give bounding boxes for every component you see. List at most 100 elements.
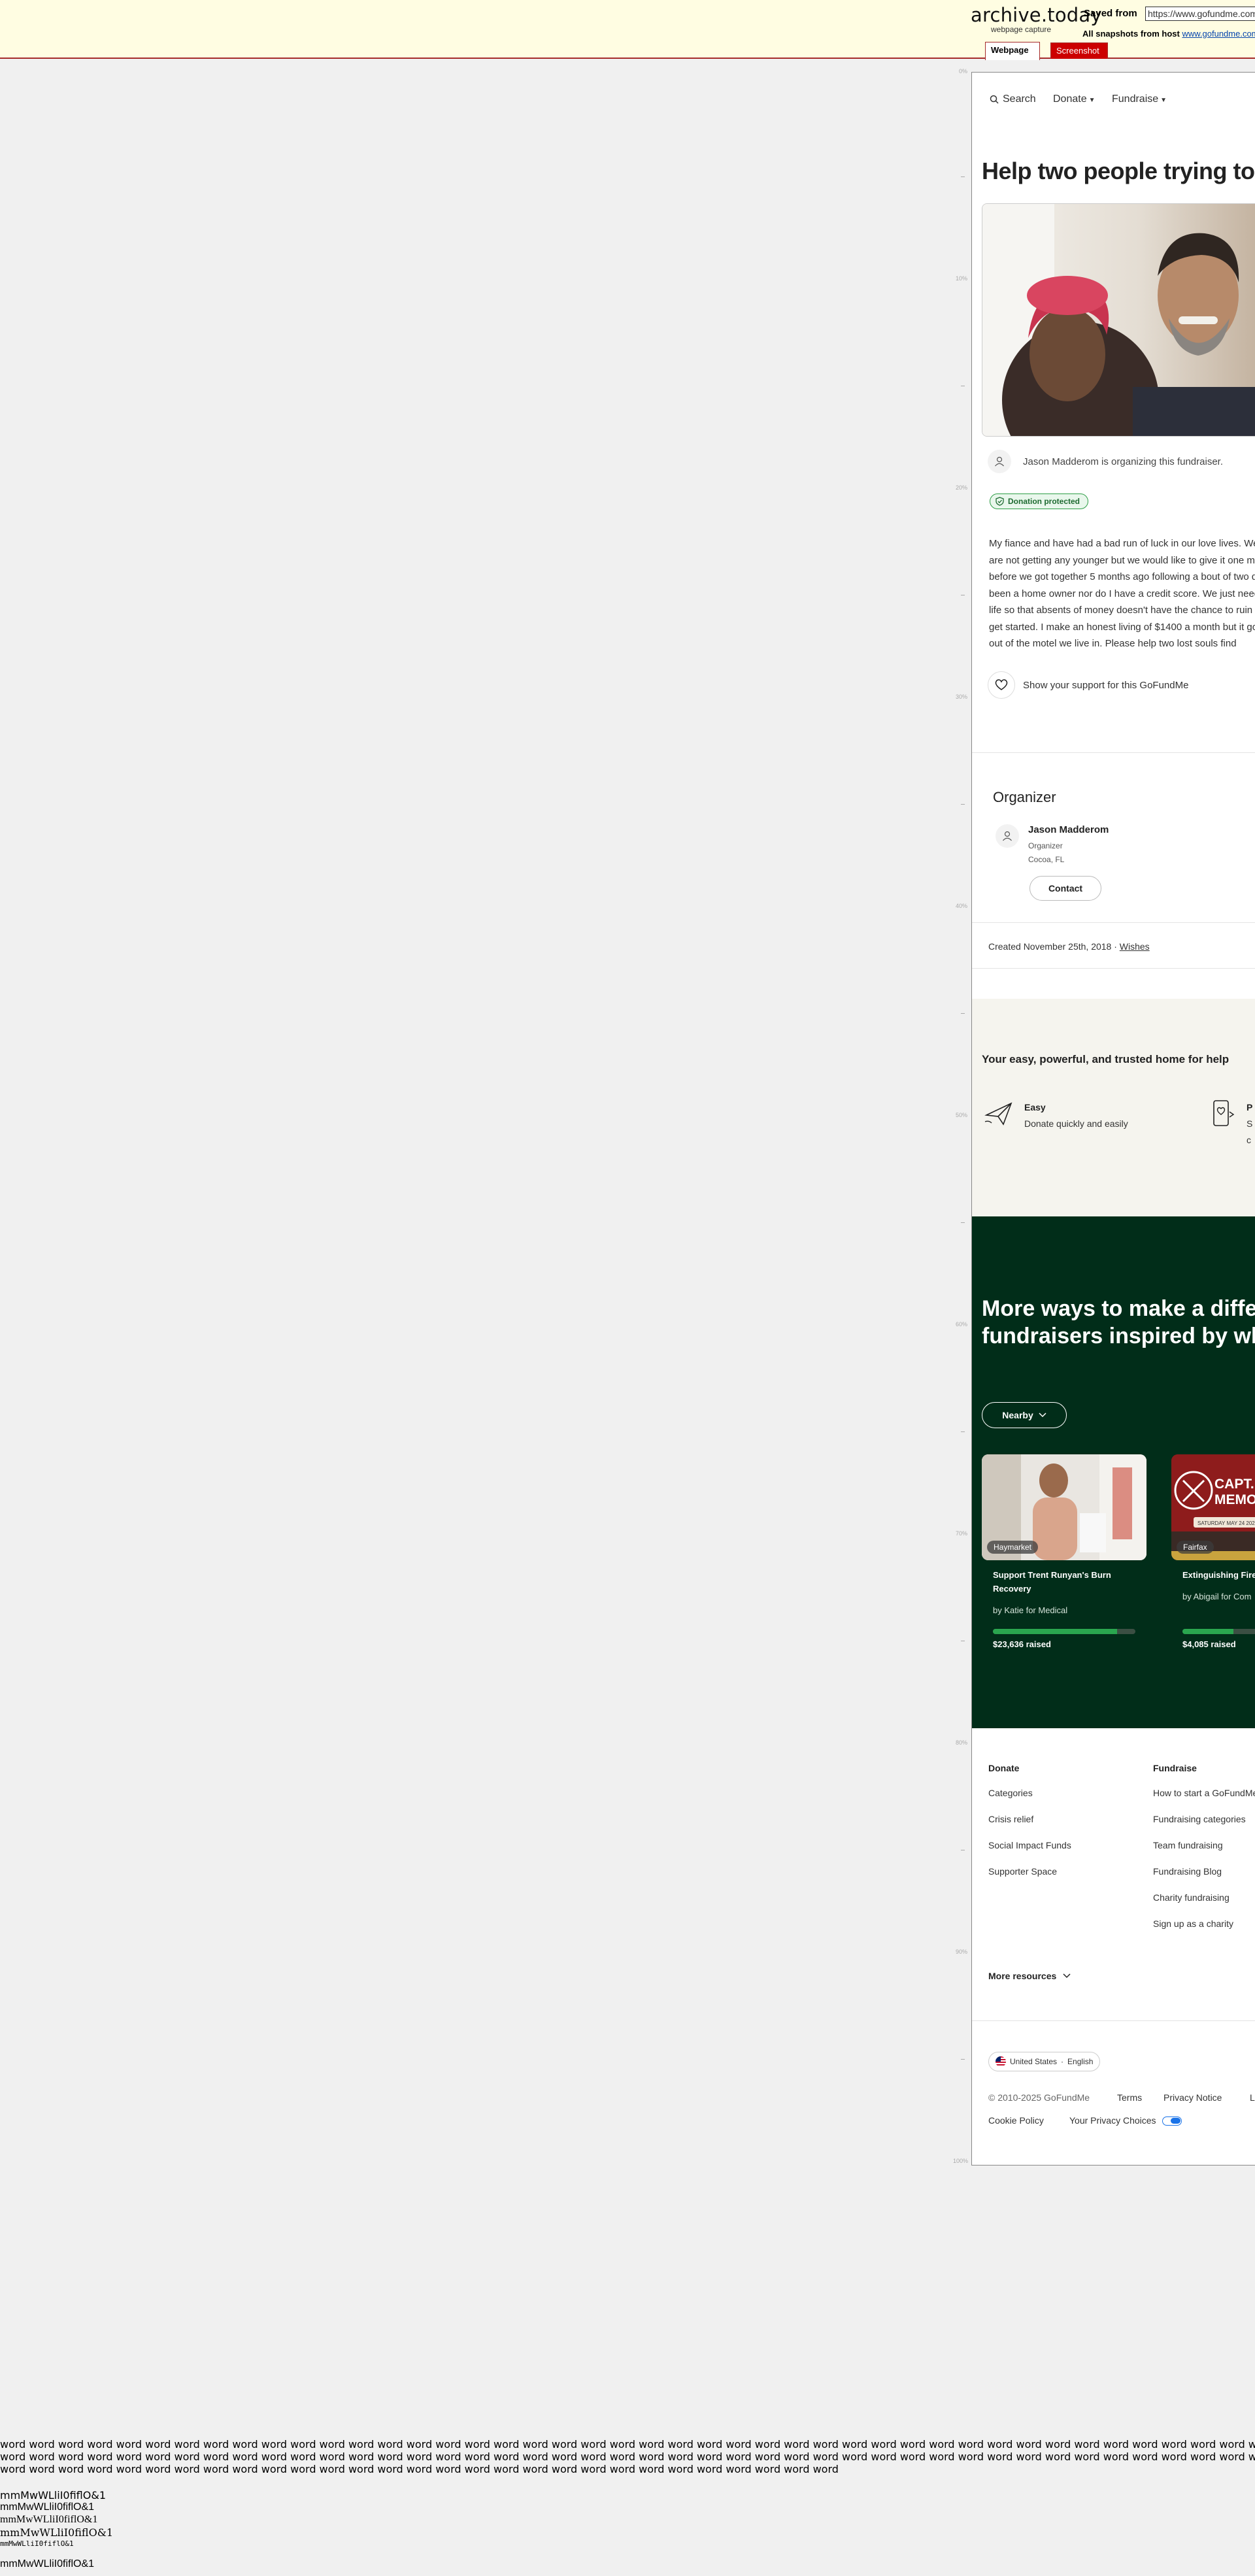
footer-link[interactable]: Social Impact Funds (988, 1840, 1071, 1850)
from-host-label: from host (1140, 29, 1180, 39)
card-image-text: CAPT. G (1214, 1477, 1255, 1492)
us-flag-icon (996, 2056, 1006, 2067)
locale-separator: · (1061, 2057, 1064, 2066)
fundraiser-card-image[interactable]: Haymarket (982, 1454, 1146, 1560)
section-divider (972, 752, 1255, 753)
heart-button[interactable] (988, 671, 1015, 699)
created-date: Created November 25th, 2018 · (988, 941, 1117, 952)
footer-fundraise-heading: Fundraise (1153, 1763, 1197, 1773)
terms-link[interactable]: Terms (1117, 2092, 1142, 2103)
card-title[interactable]: Support Trent Runyan's Burn Recovery (993, 1568, 1137, 1596)
category-link[interactable]: Wishes (1120, 941, 1150, 952)
font-sample: mmMwWLliI0fiflO&1 (0, 2539, 74, 2548)
user-icon (1003, 831, 1012, 841)
story-line: are not getting any younger but we would… (989, 554, 1255, 566)
archive-logo[interactable]: archive.today (971, 4, 1102, 26)
font-sample: mmMwWLliI0fiflO&1 (0, 2514, 98, 2525)
easy-description: Donate quickly and easily (1024, 1118, 1128, 1129)
section-divider (972, 968, 1255, 969)
ruler-label: 0% (958, 68, 967, 75)
nav-donate-label: Donate (1053, 93, 1087, 105)
campaign-story: My fiance and have had a bad run of luck… (989, 535, 1255, 652)
tab-screenshot[interactable]: Screenshot (1050, 42, 1108, 59)
footer-link[interactable]: Fundraising categories (1153, 1814, 1246, 1824)
privacy-toggle-icon (1162, 2116, 1182, 2126)
ruler-label: 70% (955, 1530, 967, 1537)
organizer-summary: Jason Madderom is organizing this fundra… (988, 450, 1223, 473)
all-snapshots-line: All snapshots from host www.gofundme.com (1082, 29, 1255, 39)
nearby-filter-button[interactable]: Nearby (982, 1402, 1067, 1428)
footer-link[interactable]: Sign up as a charity (1153, 1918, 1233, 1929)
story-line: get started. I make an honest living of … (989, 621, 1255, 633)
nearby-label: Nearby (1002, 1410, 1033, 1420)
ruler-label: 20% (955, 484, 967, 491)
saved-url-field[interactable]: https://www.gofundme.com (1145, 7, 1255, 21)
campaign-photo[interactable] (982, 203, 1255, 437)
ruler-label: 40% (955, 903, 967, 909)
ruler-label: 60% (955, 1321, 967, 1328)
ruler-tick (961, 1013, 965, 1014)
powerful-title: P (1247, 1102, 1253, 1112)
privacy-link[interactable]: Privacy Notice (1163, 2092, 1222, 2103)
font-sample: mmMwWLliI0fiflO&1 (0, 2558, 95, 2569)
section-divider (972, 2020, 1255, 2021)
cookie-policy-link[interactable]: Cookie Policy (988, 2115, 1044, 2126)
more-resources-label: More resources (988, 1971, 1057, 1981)
footer-link[interactable]: Charity fundraising (1153, 1892, 1230, 1903)
footer-link[interactable]: Supporter Space (988, 1866, 1057, 1877)
footer-link[interactable]: Crisis relief (988, 1814, 1033, 1824)
card-raised: $23,636 raised (993, 1639, 1051, 1649)
language-label: English (1067, 2057, 1094, 2066)
organizer-summary-text: Jason Madderom is organizing this fundra… (1023, 456, 1223, 467)
font-sample: mmMwWLliI0fiflO&1 (0, 2526, 114, 2539)
footer-link[interactable]: How to start a GoFundMe (1153, 1788, 1255, 1798)
donation-protected-badge[interactable]: Donation protected (990, 493, 1088, 509)
story-line: out of the motel we live in. Please help… (989, 638, 1237, 649)
saved-from-label: Saved from (1084, 8, 1137, 19)
words-line: word word word word word word word word … (0, 2451, 1255, 2463)
created-info: Created November 25th, 2018 · Wishes (988, 941, 1150, 952)
host-link[interactable]: www.gofundme.com (1182, 29, 1255, 39)
phone-heart-icon (1209, 1099, 1236, 1132)
all-snapshots-label[interactable]: All snapshots (1082, 29, 1138, 39)
privacy-choices-link[interactable]: Your Privacy Choices (1069, 2115, 1182, 2126)
ruler-label: 90% (955, 1949, 967, 1955)
ruler-label: 50% (955, 1112, 967, 1118)
font-test-words: word word word word word word word word … (0, 2438, 1255, 2475)
chevron-down-icon (1039, 1413, 1046, 1418)
footer-link[interactable]: Categories (988, 1788, 1033, 1798)
nav-donate[interactable]: Donate ▼ (1053, 93, 1096, 105)
section-divider (972, 922, 1255, 923)
nav-fundraise[interactable]: Fundraise ▼ (1112, 93, 1167, 105)
nav-fundraise-label: Fundraise (1112, 93, 1159, 105)
legal-link[interactable]: Legal (1250, 2092, 1255, 2103)
card-organizer: by Katie for Medical (993, 1605, 1068, 1615)
more-resources-toggle[interactable]: More resources (988, 1971, 1071, 1981)
story-line: been a home owner nor do I have a credit… (989, 588, 1255, 599)
words-line: word word word word word word word word … (0, 2463, 839, 2475)
card-title[interactable]: Extinguishing Fire (1182, 1568, 1255, 1582)
ruler-label: 100% (953, 2158, 969, 2164)
card-progress-bar (993, 1629, 1135, 1634)
heart-icon (995, 679, 1008, 690)
ruler-tick (961, 804, 965, 805)
card-image-date: SATURDAY MAY 24 2025 (1197, 1520, 1255, 1526)
fundraiser-card-image[interactable]: CAPT. G MEMORI SATURDAY MAY 24 2025 Fair… (1171, 1454, 1255, 1560)
organizer-location: Cocoa, FL (1028, 855, 1065, 864)
nav-search[interactable]: Search (990, 93, 1036, 105)
contact-button[interactable]: Contact (1029, 876, 1101, 901)
footer-link[interactable]: Fundraising Blog (1153, 1866, 1222, 1877)
caret-down-icon: ▼ (1088, 97, 1096, 104)
footer-link[interactable]: Team fundraising (1153, 1840, 1223, 1850)
support-button[interactable]: Show your support for this GoFundMe (988, 671, 1188, 699)
card-image-text: MEMORI (1214, 1492, 1255, 1507)
ruler-label: 30% (955, 694, 967, 700)
easy-title: Easy (1024, 1102, 1046, 1112)
ruler-tick (961, 2059, 965, 2060)
tab-webpage[interactable]: Webpage (985, 42, 1040, 60)
shield-check-icon (996, 497, 1004, 506)
locale-selector[interactable]: United States · English (988, 2052, 1101, 2071)
campaign-title: Help two people trying to start a new li… (982, 158, 1255, 184)
nav-search-label: Search (1003, 93, 1036, 105)
card-organizer: by Abigail for Com (1182, 1592, 1252, 1601)
